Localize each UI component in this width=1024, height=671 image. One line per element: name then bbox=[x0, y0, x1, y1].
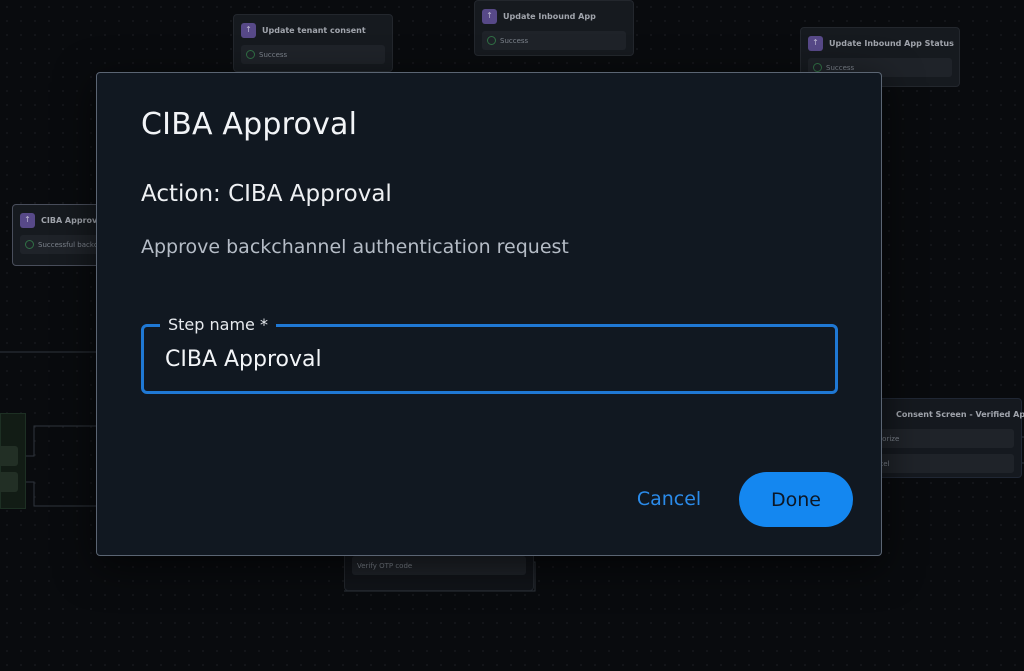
flow-canvas[interactable]: ↑ Update tenant consent Success ↑ Update… bbox=[0, 0, 1024, 671]
step-settings-dialog: CIBA Approval Action: CIBA Approval Appr… bbox=[96, 72, 882, 556]
step-name-input[interactable] bbox=[165, 339, 815, 379]
cancel-button[interactable]: Cancel bbox=[619, 476, 719, 522]
step-name-field[interactable]: Step name * bbox=[141, 313, 838, 394]
done-button[interactable]: Done bbox=[739, 472, 853, 527]
dialog-title: CIBA Approval bbox=[141, 107, 358, 142]
action-title: Action: CIBA Approval bbox=[141, 181, 392, 207]
action-description: Approve backchannel authentication reque… bbox=[141, 236, 569, 258]
step-name-label: Step name * bbox=[160, 313, 276, 337]
